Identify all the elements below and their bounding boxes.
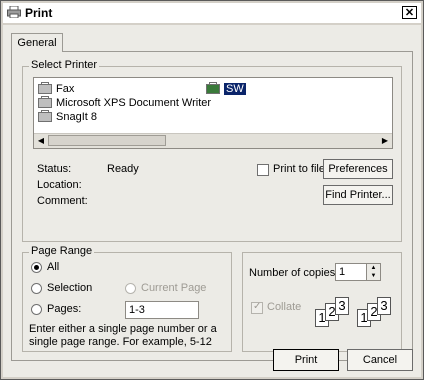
printer-name: SW [224,83,246,95]
comment-label: Comment: [37,195,88,207]
pages-input[interactable]: 1-3 [125,301,199,319]
collate-page-3: 3 [377,297,391,315]
selection-label: Selection [47,282,93,294]
copies-label: Number of copies: [249,267,339,279]
copies-spinner[interactable]: ▲ ▼ [367,263,381,281]
find-printer-button[interactable]: Find Printer... [323,185,393,205]
printer-item-snagit[interactable]: SnagIt 8 [38,110,97,124]
close-button[interactable]: ✕ [402,6,417,19]
printer-item-xps[interactable]: Microsoft XPS Document Writer [38,96,211,110]
close-icon: ✕ [404,7,415,19]
page-range-group: Page Range All Selection Current Page Pa… [22,245,232,352]
printer-icon [38,96,52,108]
collate-checkbox[interactable] [251,301,263,314]
pages-label: Pages: [47,303,82,315]
collate-illustration: 1 2 3 [357,297,397,329]
pages-radio[interactable] [31,304,42,315]
scroll-right-icon[interactable]: ▶ [378,134,392,147]
collate-illustration: 1 2 3 [315,297,355,329]
scrollbar-thumb[interactable] [48,135,166,146]
window-title: Print [25,6,53,20]
printer-icon [38,110,52,122]
print-to-file-label: Print to file [273,163,325,175]
cancel-button[interactable]: Cancel [347,349,413,371]
spin-down-icon[interactable]: ▼ [367,272,380,280]
printer-name: Microsoft XPS Document Writer [56,97,212,109]
spin-up-icon[interactable]: ▲ [367,264,380,272]
tab-panel-general: Select Printer Fax Microsoft XPS Documen… [11,51,413,361]
page-range-legend: Page Range [29,245,95,257]
copies-input[interactable]: 1 [335,263,367,281]
dialog-body: General Select Printer Fax Microsoft XPS… [3,25,421,377]
print-button[interactable]: Print [273,349,339,371]
title-bar: Print ✕ [3,3,421,23]
current-page-radio[interactable] [125,283,136,294]
current-page-label: Current Page [141,282,207,294]
network-printer-icon [206,82,220,94]
page-range-hint: Enter either a single page number or a s… [29,323,217,348]
selection-radio[interactable] [31,283,42,294]
scroll-left-icon[interactable]: ◀ [34,134,48,147]
location-label: Location: [37,179,82,191]
print-to-file-checkbox[interactable] [257,164,269,176]
printer-list[interactable]: Fax Microsoft XPS Document Writer SnagIt… [33,77,393,149]
copies-group: Number of copies: 1 ▲ ▼ Collate 1 2 3 1 … [242,252,402,352]
print-dialog: Print ✕ General Select Printer Fax Micro… [0,0,424,380]
status-value: Ready [107,163,139,175]
preferences-button[interactable]: Preferences [323,159,393,179]
printer-icon [7,6,21,18]
printer-item-sw[interactable]: SW [206,82,246,96]
printer-icon [38,82,52,94]
status-label: Status: [37,163,72,175]
printer-item-fax[interactable]: Fax [38,82,74,96]
collate-label: Collate [267,301,302,313]
select-printer-legend: Select Printer [29,59,100,71]
select-printer-group: Select Printer Fax Microsoft XPS Documen… [22,59,402,242]
printer-name: SnagIt 8 [56,111,97,123]
all-label: All [47,261,60,273]
printer-name: Fax [56,83,75,95]
tab-general[interactable]: General [11,33,63,52]
collate-page-3: 3 [335,297,349,315]
printer-list-scrollbar[interactable]: ◀ ▶ [34,133,392,148]
all-radio[interactable] [31,262,42,273]
